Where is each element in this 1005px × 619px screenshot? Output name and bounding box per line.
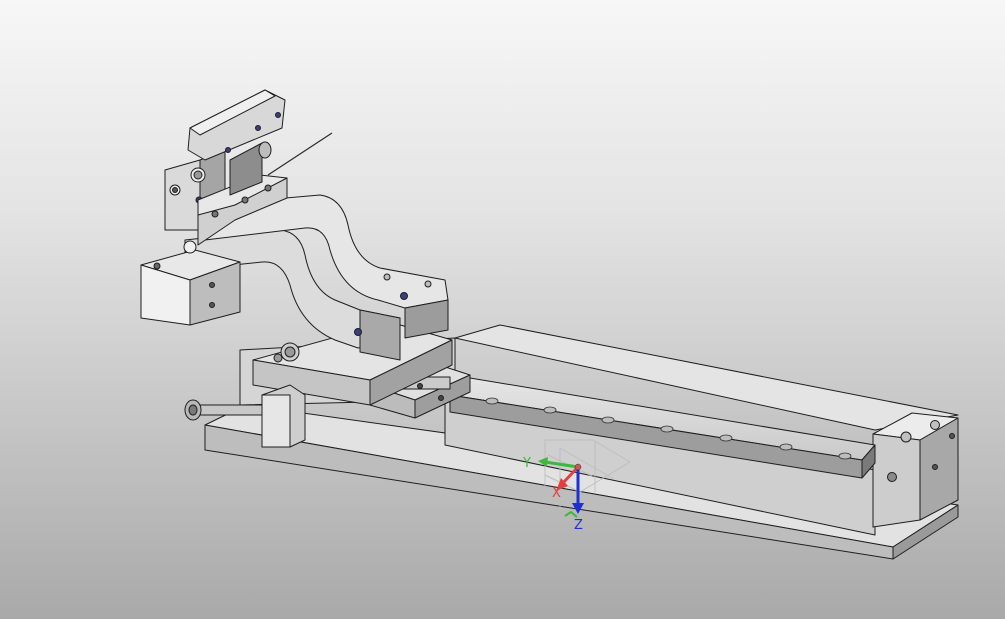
x-axis-label: X — [552, 486, 561, 501]
cad-scene[interactable]: Y X Z — [0, 0, 1005, 619]
3d-viewport[interactable]: Y X Z — [0, 0, 1005, 619]
y-axis-label: Y — [522, 456, 531, 471]
mount-block-left[interactable] — [140, 249, 241, 326]
z-axis-label: Z — [574, 518, 583, 533]
